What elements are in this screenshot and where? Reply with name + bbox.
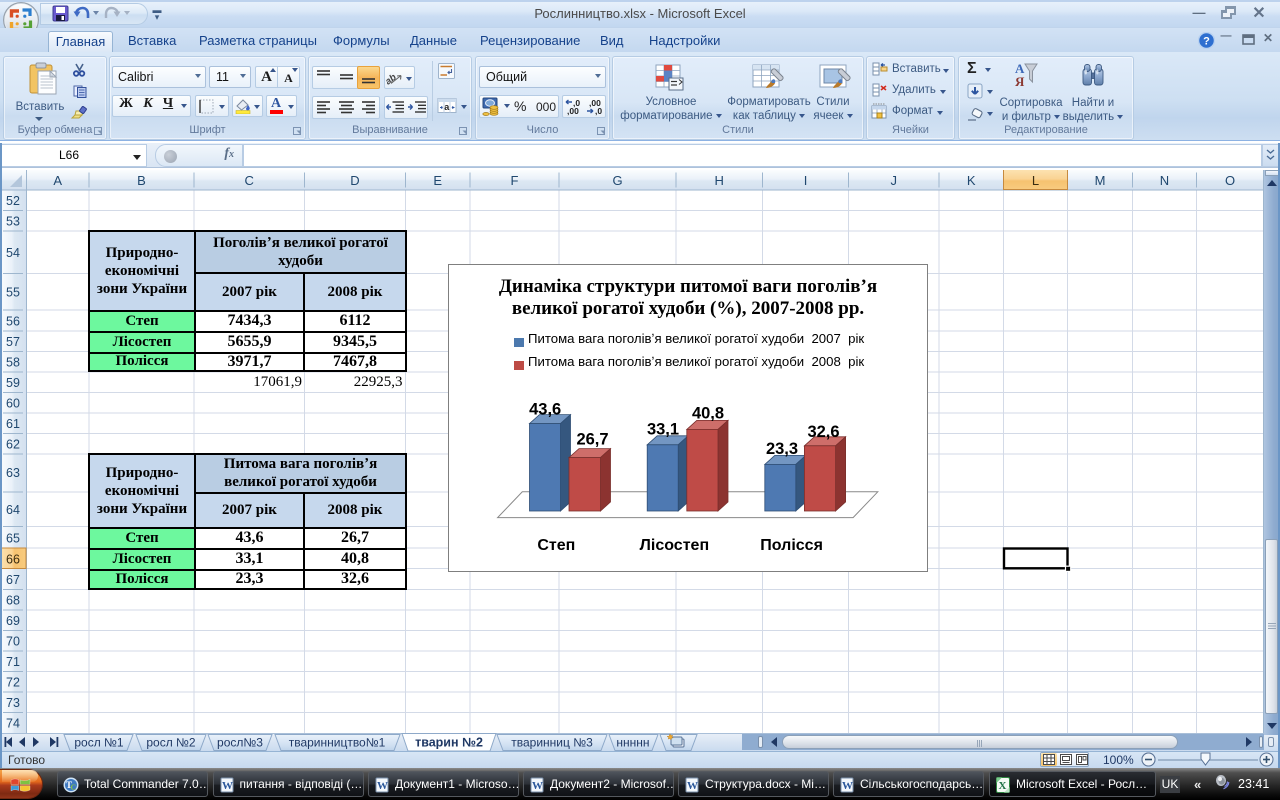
svg-text:A: A (53, 173, 62, 188)
svg-text:Степ: Степ (537, 537, 575, 554)
svg-text:тварин №2: тварин №2 (415, 736, 483, 750)
svg-text:росл №1: росл №1 (74, 736, 124, 750)
svg-text:E: E (433, 173, 442, 188)
svg-text:58: 58 (6, 356, 20, 370)
svg-text:L: L (1032, 173, 1039, 188)
svg-text:56: 56 (6, 315, 20, 329)
svg-text:W: W (532, 780, 543, 792)
svg-text:F: F (511, 173, 519, 188)
svg-text:52: 52 (6, 194, 20, 208)
svg-text:N: N (1160, 173, 1169, 188)
svg-text:70: 70 (6, 635, 20, 649)
svg-text:Лісостеп: Лісостеп (640, 537, 709, 554)
svg-text:64: 64 (6, 503, 20, 517)
svg-text:72: 72 (6, 676, 20, 690)
svg-text:J: J (890, 173, 897, 188)
svg-text:G: G (612, 173, 622, 188)
svg-text:M: M (1095, 173, 1106, 188)
svg-text:H: H (715, 173, 724, 188)
svg-text:23,3: 23,3 (766, 440, 798, 458)
svg-text:росл№3: росл№3 (217, 736, 263, 750)
svg-text:C: C (71, 783, 77, 792)
svg-text:W: W (222, 780, 233, 792)
svg-text:Полісся: Полісся (760, 537, 823, 554)
svg-text:67: 67 (6, 573, 20, 587)
svg-text:?: ? (1203, 36, 1210, 48)
svg-text:61: 61 (6, 417, 20, 431)
svg-text:O: O (1225, 173, 1235, 188)
svg-text:росл №2: росл №2 (146, 736, 196, 750)
svg-text:33,1: 33,1 (647, 421, 679, 439)
svg-text:60: 60 (6, 397, 20, 411)
svg-text:66: 66 (6, 553, 20, 567)
svg-text:32,6: 32,6 (807, 423, 839, 441)
svg-text:I: I (804, 173, 808, 188)
svg-text:43,6: 43,6 (529, 401, 561, 419)
svg-text:K: K (967, 173, 976, 188)
svg-text:W: W (687, 780, 698, 792)
svg-text:57: 57 (6, 335, 20, 349)
svg-text:тваринниц №3: тваринниц №3 (511, 736, 593, 750)
svg-text:65: 65 (6, 532, 20, 546)
svg-text:C: C (245, 173, 254, 188)
svg-text:74: 74 (6, 717, 20, 731)
svg-text:63: 63 (6, 466, 20, 480)
svg-text:69: 69 (6, 614, 20, 628)
svg-text:W: W (377, 780, 388, 792)
svg-text:59: 59 (6, 376, 20, 390)
svg-text:ннннн: ннннн (616, 736, 649, 750)
svg-text:54: 54 (6, 246, 20, 260)
svg-text:71: 71 (6, 655, 20, 669)
svg-text:X: X (999, 780, 1007, 792)
svg-text:62: 62 (6, 438, 20, 452)
svg-text:W: W (842, 780, 853, 792)
svg-text:40,8: 40,8 (692, 405, 724, 423)
svg-text:55: 55 (6, 286, 20, 300)
svg-text:26,7: 26,7 (576, 430, 608, 448)
svg-text:73: 73 (6, 696, 20, 710)
svg-text:,0: ,0 (595, 106, 602, 116)
svg-text:D: D (350, 173, 359, 188)
svg-text:,00: ,00 (567, 106, 579, 116)
svg-text:68: 68 (6, 594, 20, 608)
svg-text:B: B (137, 173, 146, 188)
svg-text:53: 53 (6, 215, 20, 229)
svg-text:тваринництво№1: тваринництво№1 (289, 736, 386, 750)
svg-text:Я: Я (1015, 74, 1025, 89)
